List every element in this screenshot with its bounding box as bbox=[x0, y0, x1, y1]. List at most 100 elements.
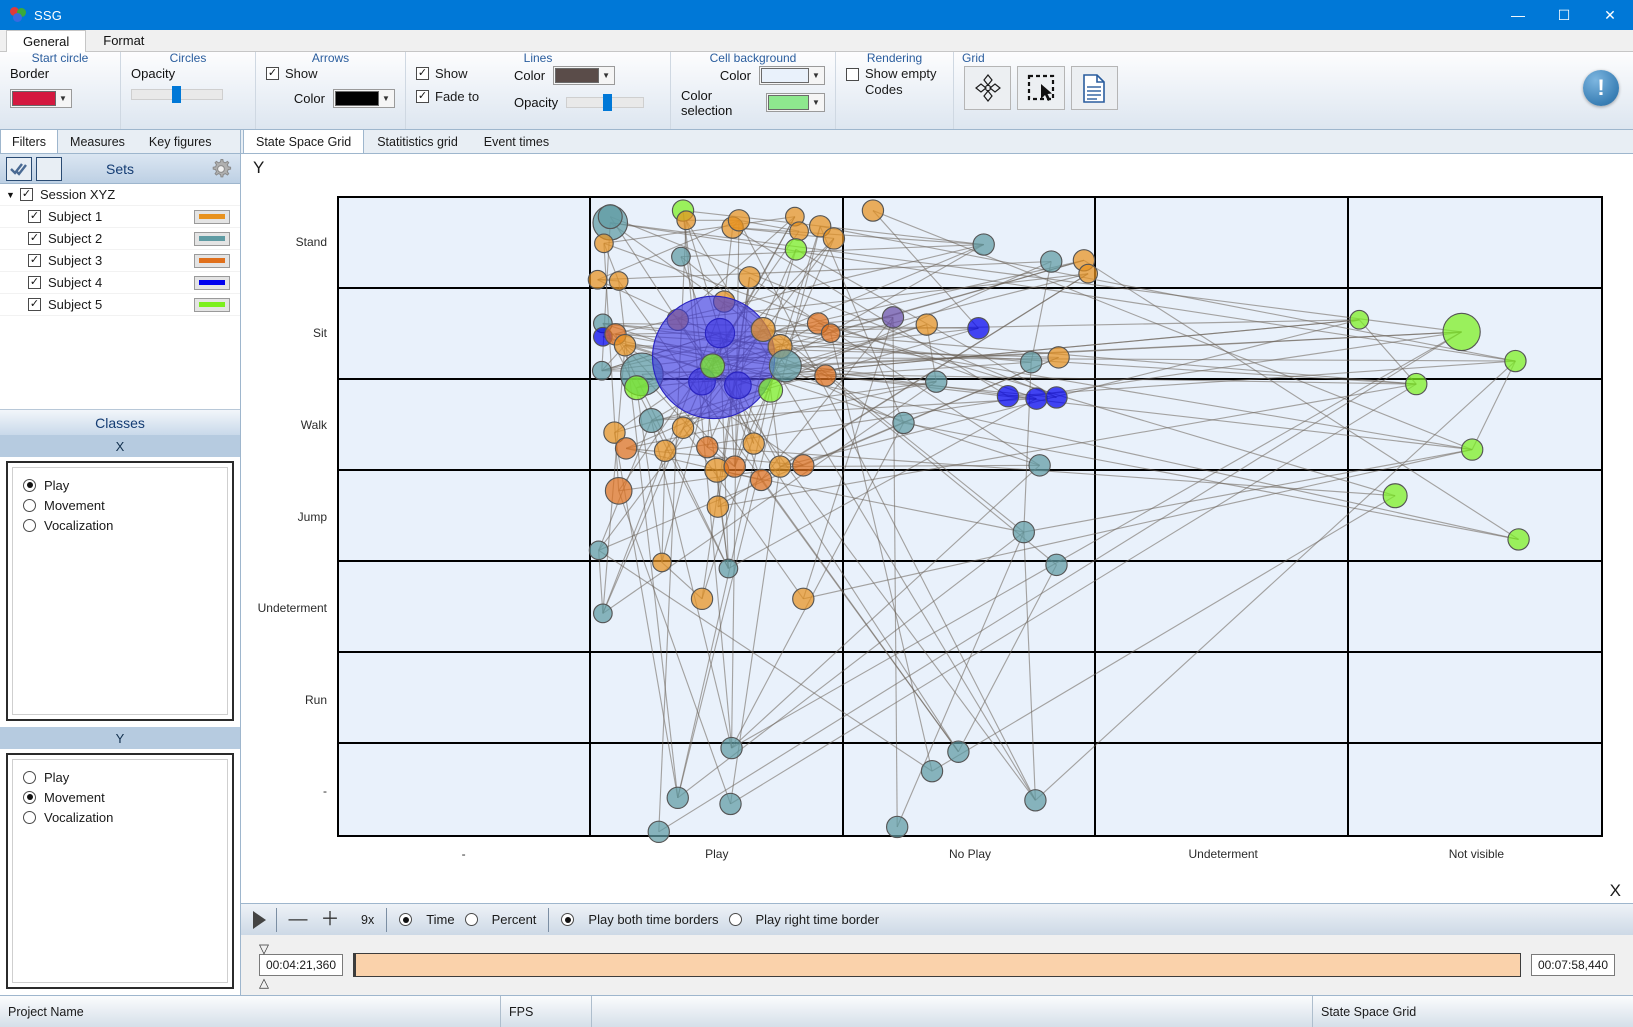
chevron-up-icon[interactable]: △ bbox=[259, 975, 269, 991]
x-option-play[interactable]: Play bbox=[23, 475, 227, 495]
subject-2-checkbox[interactable]: ✓ bbox=[28, 232, 41, 245]
subject-4-color-swatch[interactable] bbox=[194, 275, 230, 290]
subject-1-color-swatch[interactable] bbox=[194, 209, 230, 224]
cell-bg-selection-combo[interactable]: ▼ bbox=[765, 93, 825, 112]
chevron-down-icon: ▼ bbox=[382, 94, 390, 103]
zoom-out-button[interactable]: — bbox=[287, 909, 309, 931]
x-option-play-radio[interactable] bbox=[23, 478, 36, 492]
group-arrows: Arrows ✓ Show Color ▼ bbox=[255, 51, 405, 129]
maximize-button[interactable]: ☐ bbox=[1541, 0, 1587, 30]
expand-caret-icon[interactable]: ▼ bbox=[6, 190, 20, 200]
tab-statistics-grid[interactable]: Statitistics grid bbox=[364, 129, 471, 153]
arrows-show-checkbox[interactable]: ✓ bbox=[266, 67, 279, 80]
list-item[interactable]: ✓ Subject 2 bbox=[0, 228, 240, 250]
gear-icon[interactable] bbox=[210, 158, 232, 183]
lines-fade-label: Fade to bbox=[435, 89, 480, 104]
state-space-grid-plot[interactable]: Y X Stand Sit Walk Jump Undeterment Run - - Play… bbox=[241, 154, 1633, 903]
classes-x-axis-label: X bbox=[0, 435, 240, 457]
x-option-vocalization[interactable]: Vocalization bbox=[23, 515, 227, 535]
group-lines: Lines ✓ Show ✓ Fade to Color ▼ Opacity bbox=[405, 51, 670, 129]
ribbon-tab-format[interactable]: Format bbox=[86, 29, 161, 51]
subject-2-color-swatch[interactable] bbox=[194, 231, 230, 246]
x-axis-title: X bbox=[1609, 881, 1621, 900]
timeline-track[interactable] bbox=[353, 953, 1521, 977]
x-option-vocalization-radio[interactable] bbox=[23, 518, 36, 532]
lines-fade-checkbox[interactable]: ✓ bbox=[416, 90, 429, 103]
chevron-down-icon[interactable]: ▽ bbox=[259, 941, 269, 957]
subject-3-color-swatch[interactable] bbox=[194, 253, 230, 268]
cell-bg-color-combo[interactable]: ▼ bbox=[759, 66, 825, 85]
circles-opacity-thumb[interactable] bbox=[171, 86, 181, 103]
x-option-vocalization-label: Vocalization bbox=[44, 517, 114, 533]
timeline-bar: 00:04:21,360 00:07:58,440 ▽ △ bbox=[241, 935, 1633, 995]
grid-select-icon[interactable] bbox=[1017, 66, 1065, 110]
arrows-show-checkbox-row[interactable]: ✓ Show bbox=[266, 66, 395, 81]
y-option-play-label: Play bbox=[44, 769, 70, 785]
start-circle-border-color-swatch bbox=[12, 91, 56, 106]
arrows-color-combo[interactable]: ▼ bbox=[333, 89, 395, 108]
lines-show-checkbox-row[interactable]: ✓ Show bbox=[416, 66, 504, 81]
chevron-down-icon: ▼ bbox=[59, 94, 67, 103]
play-icon[interactable] bbox=[253, 910, 266, 929]
lines-color-label: Color bbox=[514, 68, 546, 83]
info-badge[interactable]: ! bbox=[1583, 70, 1619, 106]
lines-show-checkbox[interactable]: ✓ bbox=[416, 67, 429, 80]
tab-key-figures[interactable]: Key figures bbox=[137, 129, 224, 153]
y-option-vocalization-radio[interactable] bbox=[23, 810, 36, 824]
x-axis-tick: Play bbox=[705, 847, 729, 861]
list-item[interactable]: ✓ Subject 3 bbox=[0, 250, 240, 272]
ribbon-toolbar: Start circle Border ▼ Circles Opacity Ar… bbox=[0, 51, 1633, 130]
close-button[interactable]: ✕ bbox=[1587, 0, 1633, 30]
tab-filters[interactable]: Filters bbox=[0, 129, 59, 153]
y-option-play-radio[interactable] bbox=[23, 770, 36, 784]
minimize-button[interactable]: — bbox=[1495, 0, 1541, 30]
list-item[interactable]: ✓ Subject 5 bbox=[0, 294, 240, 316]
sets-header: Sets bbox=[0, 154, 240, 184]
lines-fade-checkbox-row[interactable]: ✓ Fade to bbox=[416, 89, 504, 104]
lines-color-combo[interactable]: ▼ bbox=[553, 66, 616, 85]
y-axis-tick: - bbox=[323, 784, 327, 799]
x-option-movement-radio[interactable] bbox=[23, 498, 36, 512]
list-item[interactable]: ✓ Subject 4 bbox=[0, 272, 240, 294]
classes-x-options-box: Play Movement Vocalization bbox=[6, 461, 234, 721]
content-tab-strip: State Space Grid Statitistics grid Event… bbox=[241, 129, 1633, 154]
uncheck-all-button[interactable] bbox=[36, 156, 62, 181]
y-option-movement[interactable]: Movement bbox=[23, 787, 227, 807]
grid-move-icon[interactable] bbox=[964, 66, 1012, 110]
tab-event-times[interactable]: Event times bbox=[471, 129, 562, 153]
start-time-field[interactable]: 00:04:21,360 bbox=[259, 954, 343, 976]
list-item[interactable]: ✓ Subject 1 bbox=[0, 206, 240, 228]
subject-5-color-swatch[interactable] bbox=[194, 297, 230, 312]
end-time-field[interactable]: 00:07:58,440 bbox=[1531, 954, 1615, 976]
subject-4-checkbox[interactable]: ✓ bbox=[28, 276, 41, 289]
show-empty-codes-checkbox[interactable] bbox=[846, 68, 859, 81]
x-option-play-label: Play bbox=[44, 477, 70, 493]
lines-opacity-label: Opacity bbox=[514, 95, 559, 110]
circles-opacity-slider[interactable] bbox=[131, 86, 223, 103]
show-empty-codes-row[interactable]: Show empty Codes bbox=[846, 66, 943, 98]
arrows-color-label: Color bbox=[293, 91, 325, 106]
check-all-button[interactable] bbox=[6, 156, 32, 181]
y-axis-tick: Jump bbox=[297, 509, 327, 524]
timeline-selection[interactable] bbox=[354, 954, 356, 976]
grid-report-icon[interactable] bbox=[1070, 66, 1118, 110]
classes-x-section: X Play Movement Vocalization bbox=[0, 435, 240, 727]
tab-measures[interactable]: Measures bbox=[58, 129, 137, 153]
lines-opacity-slider[interactable] bbox=[566, 94, 645, 111]
start-circle-border-color-combo[interactable]: ▼ bbox=[10, 89, 72, 108]
x-option-movement[interactable]: Movement bbox=[23, 495, 227, 515]
tab-state-space-grid[interactable]: State Space Grid bbox=[243, 129, 365, 153]
classes-y-axis-label: Y bbox=[0, 727, 240, 749]
subject-5-checkbox[interactable]: ✓ bbox=[28, 298, 41, 311]
ribbon-tab-general[interactable]: General bbox=[6, 30, 87, 52]
lines-opacity-thumb[interactable] bbox=[602, 94, 612, 111]
y-option-vocalization[interactable]: Vocalization bbox=[23, 807, 227, 827]
classes-y-section: Y Play Movement Vocalization bbox=[0, 727, 240, 995]
y-option-play[interactable]: Play bbox=[23, 767, 227, 787]
tree-row-session[interactable]: ▼ ✓ Session XYZ bbox=[0, 184, 240, 206]
subject-1-checkbox[interactable]: ✓ bbox=[28, 210, 41, 223]
session-checkbox[interactable]: ✓ bbox=[20, 188, 33, 201]
y-option-movement-radio[interactable] bbox=[23, 790, 36, 804]
circles-opacity-label: Opacity bbox=[131, 66, 176, 81]
subject-3-checkbox[interactable]: ✓ bbox=[28, 254, 41, 267]
